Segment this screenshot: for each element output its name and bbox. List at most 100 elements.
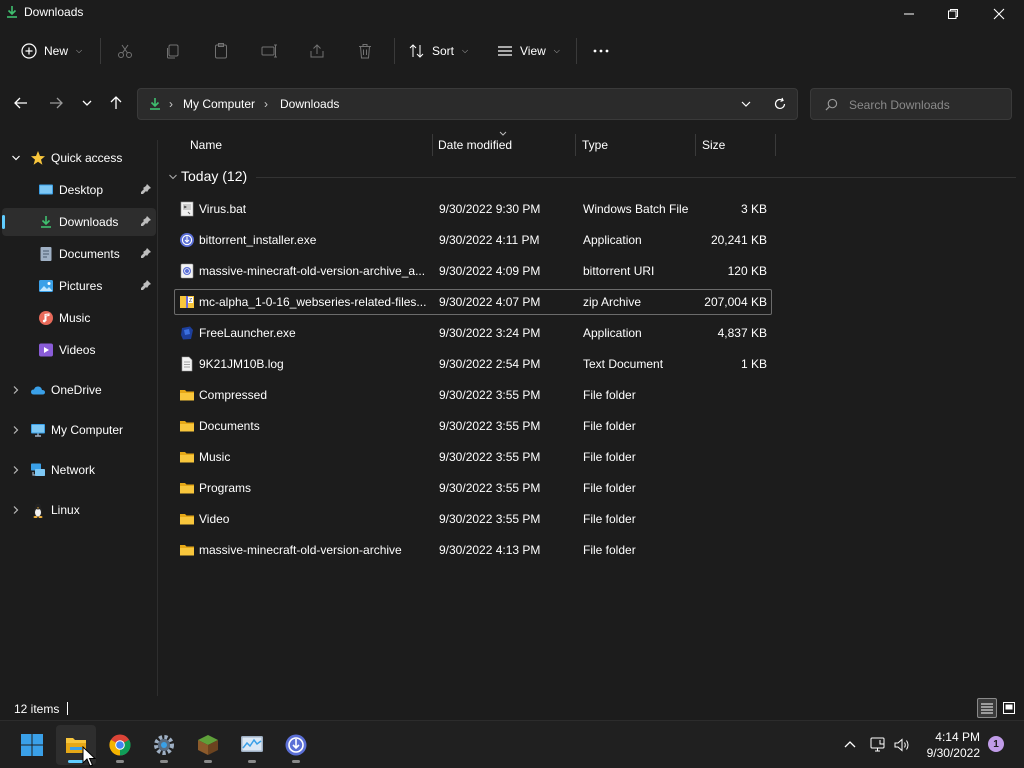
pin-icon[interactable] bbox=[140, 247, 152, 259]
address-bar[interactable]: › My Computer › Downloads bbox=[137, 88, 798, 120]
recent-locations-button[interactable] bbox=[76, 92, 98, 114]
up-button[interactable] bbox=[105, 92, 127, 114]
breadcrumb-downloads[interactable]: Downloads bbox=[280, 97, 339, 111]
file-size: 207,004 KB bbox=[704, 295, 767, 309]
search-box[interactable] bbox=[810, 88, 1012, 120]
clock-time: 4:14 PM bbox=[935, 730, 980, 744]
more-options-button[interactable] bbox=[592, 36, 610, 66]
column-header-size[interactable]: Size bbox=[702, 138, 725, 152]
file-row[interactable]: Documents 9/30/2022 3:55 PM File folder bbox=[174, 413, 772, 439]
sidebar-item-network[interactable]: Network bbox=[2, 456, 156, 484]
sidebar-item-quick-access[interactable]: Quick access bbox=[2, 144, 156, 172]
file-row[interactable]: Virus.bat 9/30/2022 9:30 PM Windows Batch … bbox=[174, 196, 772, 222]
breadcrumb-my-computer[interactable]: My Computer bbox=[183, 97, 255, 111]
file-row[interactable]: bittorrent_installer.exe 9/30/2022 4:11 P… bbox=[174, 227, 772, 253]
refresh-icon[interactable] bbox=[773, 97, 787, 111]
column-resize-handle[interactable] bbox=[695, 134, 696, 156]
restore-button[interactable] bbox=[930, 0, 976, 28]
column-resize-handle[interactable] bbox=[775, 134, 776, 156]
file-row[interactable]: FreeLauncher.exe 9/30/2022 3:24 PM Applica… bbox=[174, 320, 772, 346]
file-row[interactable]: massive-minecraft-old-version-archive 9/3… bbox=[174, 537, 772, 563]
file-type: File folder bbox=[583, 543, 636, 557]
notification-badge[interactable]: 1 bbox=[988, 736, 1004, 752]
monitor-taskbar-button[interactable] bbox=[232, 725, 272, 765]
file-name: mc-alpha_1-0-16_webseries-related-files.… bbox=[199, 295, 427, 309]
sidebar-item-pictures[interactable]: Pictures bbox=[2, 272, 156, 300]
cut-button[interactable] bbox=[116, 36, 134, 66]
pin-icon[interactable] bbox=[140, 279, 152, 291]
file-type: bittorrent URI bbox=[583, 264, 655, 278]
column-header-date[interactable]: Date modified bbox=[438, 138, 512, 152]
delete-button[interactable] bbox=[356, 36, 374, 66]
file-row[interactable]: 9K21JM10B.log 9/30/2022 2:54 PM Text Docum… bbox=[174, 351, 772, 377]
file-row[interactable]: Video 9/30/2022 3:55 PM File folder bbox=[174, 506, 772, 532]
sidebar-item-desktop[interactable]: Desktop bbox=[2, 176, 156, 204]
clock-date: 9/30/2022 bbox=[926, 746, 980, 760]
bittorrent-taskbar-button[interactable] bbox=[276, 725, 316, 765]
sidebar-item-documents[interactable]: Documents bbox=[2, 240, 156, 268]
file-row[interactable]: massive-minecraft-old-version-archive_a.… bbox=[174, 258, 772, 284]
view-button[interactable]: View ⌵ bbox=[496, 36, 560, 66]
file-size: 20,241 KB bbox=[710, 233, 767, 247]
download-icon bbox=[150, 98, 160, 110]
column-header-type[interactable]: Type bbox=[582, 138, 608, 152]
sidebar-item-linux[interactable]: Linux bbox=[2, 496, 156, 524]
file-row[interactable]: Compressed 9/30/2022 3:55 PM File folder bbox=[174, 382, 772, 408]
file-row[interactable]: Music 9/30/2022 3:55 PM File folder bbox=[174, 444, 772, 470]
copy-button[interactable] bbox=[164, 36, 182, 66]
sidebar-item-my-computer[interactable]: My Computer bbox=[2, 416, 156, 444]
show-hidden-icons-button[interactable] bbox=[840, 735, 860, 755]
minimize-icon bbox=[904, 13, 914, 15]
pin-icon[interactable] bbox=[140, 183, 152, 195]
search-input[interactable] bbox=[849, 96, 999, 114]
file-row[interactable]: Programs 9/30/2022 3:55 PM File folder bbox=[174, 475, 772, 501]
minimize-button[interactable] bbox=[886, 0, 932, 28]
back-button[interactable] bbox=[10, 92, 32, 114]
column-resize-handle[interactable] bbox=[432, 134, 433, 156]
sidebar-item-music[interactable]: Music bbox=[2, 304, 156, 332]
status-divider bbox=[67, 702, 68, 715]
forward-button[interactable] bbox=[45, 92, 67, 114]
chevron-down-icon[interactable] bbox=[11, 153, 21, 163]
column-resize-handle[interactable] bbox=[575, 134, 576, 156]
chrome-taskbar-button[interactable] bbox=[100, 725, 140, 765]
tiles-view-button[interactable] bbox=[999, 698, 1019, 718]
file-name: Documents bbox=[199, 419, 260, 433]
column-header-name[interactable]: Name bbox=[190, 138, 222, 152]
settings-taskbar-button[interactable] bbox=[144, 725, 184, 765]
music-icon bbox=[38, 310, 54, 326]
new-button[interactable]: New ⌵ bbox=[20, 36, 82, 66]
details-view-button[interactable] bbox=[977, 698, 997, 718]
file-name: Music bbox=[199, 450, 231, 464]
rename-button[interactable] bbox=[260, 36, 278, 66]
start-button[interactable] bbox=[12, 725, 52, 765]
chevron-down-icon[interactable] bbox=[168, 172, 178, 182]
chevron-right-icon[interactable] bbox=[11, 505, 21, 515]
close-button[interactable] bbox=[976, 0, 1022, 28]
chevron-right-icon[interactable] bbox=[11, 425, 21, 435]
clock[interactable]: 4:14 PM 9/30/2022 bbox=[927, 729, 980, 761]
sort-button[interactable]: Sort ⌵ bbox=[408, 36, 468, 66]
sidebar-item-downloads[interactable]: Downloads bbox=[2, 208, 156, 236]
file-type: zip Archive bbox=[583, 295, 642, 309]
sidebar-item-onedrive[interactable]: OneDrive bbox=[2, 376, 156, 404]
chrome-icon bbox=[109, 734, 131, 756]
chevron-down-icon[interactable] bbox=[740, 98, 752, 110]
share-button[interactable] bbox=[308, 36, 326, 66]
chevron-right-icon[interactable] bbox=[11, 385, 21, 395]
file-list: Name Date modified Type Size Today (12) … bbox=[160, 130, 1024, 696]
pin-icon[interactable] bbox=[140, 215, 152, 227]
network-tray-button[interactable] bbox=[868, 735, 888, 755]
group-header[interactable]: Today (12) bbox=[168, 166, 1016, 188]
file-name: Video bbox=[199, 512, 230, 526]
new-label: New bbox=[44, 44, 69, 58]
minecraft-taskbar-button[interactable] bbox=[188, 725, 228, 765]
paste-button[interactable] bbox=[212, 36, 230, 66]
chevron-right-icon[interactable] bbox=[11, 465, 21, 475]
breadcrumb-separator-icon: › bbox=[264, 97, 268, 111]
file-row[interactable]: Zmc-alpha_1-0-16_webseries-related-files… bbox=[174, 289, 772, 315]
volume-tray-button[interactable] bbox=[892, 735, 912, 755]
zip-archive-icon: Z bbox=[179, 294, 195, 310]
sort-label: Sort bbox=[432, 44, 455, 58]
sidebar-item-videos[interactable]: Videos bbox=[2, 336, 156, 364]
